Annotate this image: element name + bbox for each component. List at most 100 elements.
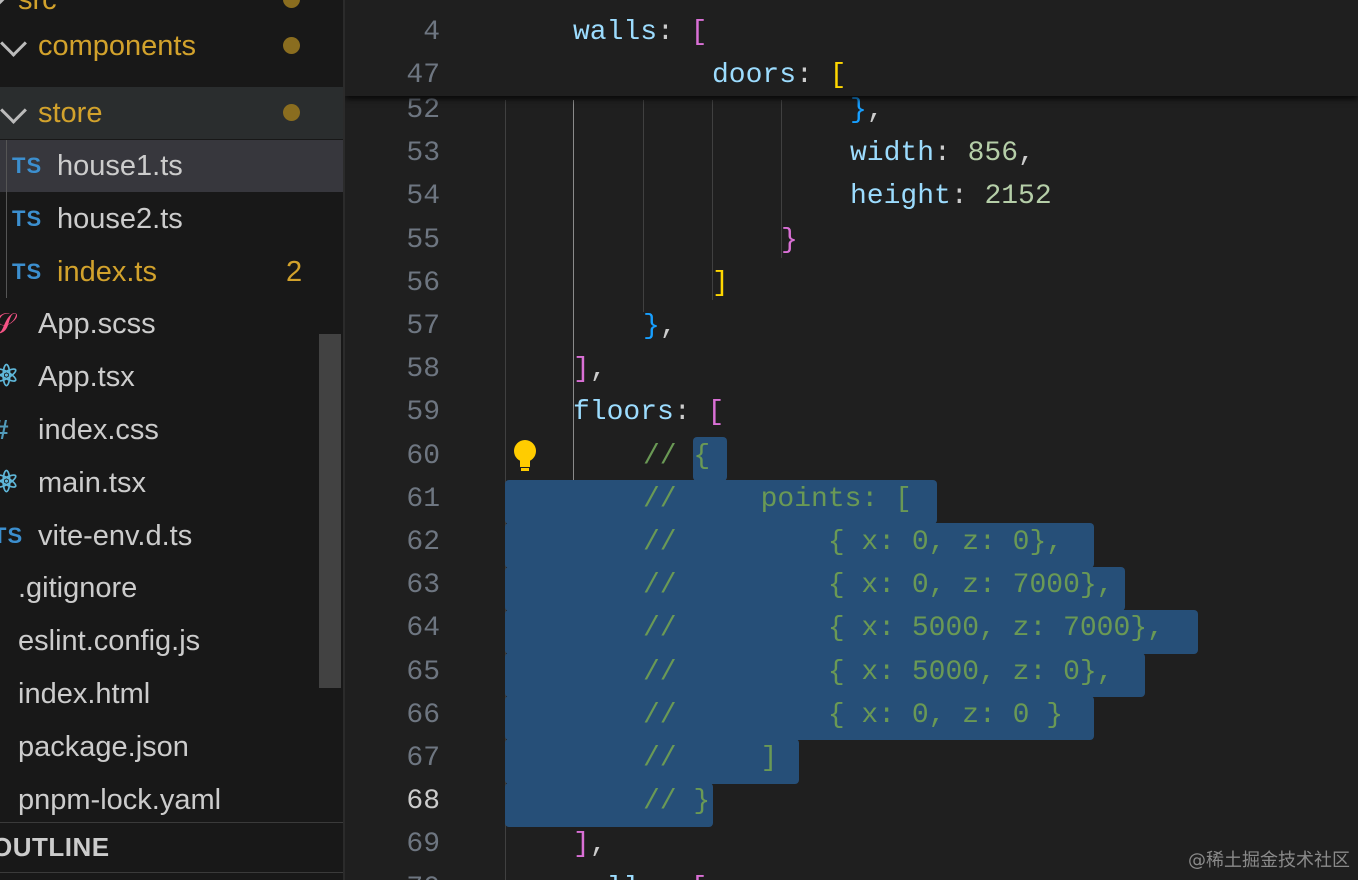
file-item[interactable]: {}package.json <box>0 721 343 773</box>
code-text: height: 2152 <box>850 175 1052 218</box>
divider <box>0 822 343 823</box>
code-token: : <box>934 138 968 170</box>
code-token: doors <box>712 60 797 91</box>
code-line[interactable]: 59 floors: [ <box>345 391 1358 434</box>
code-line[interactable]: 65 // { x: 5000, z: 0}, <box>345 651 1358 694</box>
item-label: store <box>38 97 103 129</box>
sticky-line[interactable]: 4 walls: [ <box>345 11 1358 54</box>
line-number: 67 <box>406 743 440 774</box>
code-line[interactable]: 66 // { x: 0, z: 0 } <box>345 694 1358 737</box>
file-item[interactable]: ≡pnpm-lock.yaml <box>0 774 343 826</box>
chevron-down-icon <box>0 0 7 11</box>
code-token: 2152 <box>984 181 1052 213</box>
chevron-down-icon <box>0 30 27 57</box>
code-text: // { x: 0, z: 0 } <box>643 694 1063 737</box>
item-label: house2.ts <box>57 203 183 235</box>
code-line[interactable]: 56] <box>345 262 1358 305</box>
code-line[interactable]: 64 // { x: 5000, z: 7000}, <box>345 607 1358 650</box>
folder-item[interactable]: store <box>0 87 343 139</box>
file-item[interactable]: <>index.html <box>0 668 343 720</box>
sticky-scroll-header[interactable]: 4 walls: [47 doors: [ <box>345 0 1358 96</box>
file-item[interactable]: 𝒮 App.scss <box>0 298 343 350</box>
line-number: 59 <box>406 397 440 429</box>
sass-icon: 𝒮 <box>0 308 15 339</box>
code-editor[interactable]: 52}, 53 width: 856, 54 height: 2152 55} 56] 57}… <box>345 0 1358 880</box>
code-text: doors: [ <box>712 54 846 97</box>
typescript-icon: TS <box>12 153 43 178</box>
line-number: 56 <box>406 267 440 299</box>
code-line[interactable]: 57}, <box>345 305 1358 348</box>
code-token: , <box>866 95 884 126</box>
code-line[interactable]: 53 width: 856, <box>345 132 1358 175</box>
file-item[interactable]: # index.css <box>0 404 343 456</box>
code-token: : <box>950 181 985 213</box>
line-number: 64 <box>406 613 440 645</box>
item-label: index.html <box>18 678 151 710</box>
code-text: // ] <box>643 737 777 780</box>
outline-section-header[interactable]: OUTLINE <box>0 832 110 863</box>
code-token: walls <box>573 17 658 48</box>
code-token: , <box>589 354 607 386</box>
code-line[interactable]: 68 // } <box>345 780 1358 823</box>
code-token: floors <box>573 397 674 429</box>
file-item[interactable]: ⚛ main.tsx <box>0 457 343 509</box>
problem-count-badge: 2 <box>286 256 303 288</box>
code-token: : <box>657 873 691 880</box>
code-token: [ <box>691 873 708 880</box>
modified-dot-icon <box>283 0 300 8</box>
item-label: index.ts <box>57 256 157 288</box>
line-number: 60 <box>406 440 440 472</box>
line-number: 53 <box>406 138 440 170</box>
file-item[interactable]: TS vite-env.d.ts <box>0 510 343 562</box>
file-item[interactable]: TS house1.ts <box>0 140 343 192</box>
code-line[interactable]: 61 // points: [ <box>345 478 1358 521</box>
line-number: 55 <box>406 224 440 256</box>
code-token: // { x: 0, z: 7000}, <box>643 570 1114 602</box>
divider <box>0 872 343 873</box>
code-line[interactable]: 63 // { x: 0, z: 7000}, <box>345 564 1358 607</box>
code-token: // points: [ <box>643 483 912 515</box>
code-token: ] <box>712 267 729 299</box>
line-number: 47 <box>406 60 440 91</box>
file-item[interactable]: TS house2.ts <box>0 193 343 245</box>
code-token: height <box>850 181 951 213</box>
indent-guide <box>6 140 7 298</box>
file-item[interactable]: JSeslint.config.js <box>0 615 343 667</box>
code-token: // } <box>643 786 711 818</box>
file-item[interactable]: TS index.ts 2 <box>0 246 343 298</box>
code-text: width: 856, <box>850 132 1035 175</box>
item-label: pnpm-lock.yaml <box>18 784 222 816</box>
code-text: // } <box>643 780 710 823</box>
code-text: walls: [ <box>573 867 707 880</box>
code-line[interactable]: 54 height: 2152 <box>345 175 1358 218</box>
code-token: // { <box>643 440 711 472</box>
code-token: // { x: 0, z: 0 } <box>643 699 1064 731</box>
code-text: }, <box>643 305 677 348</box>
item-label: house1.ts <box>57 150 183 182</box>
sidebar-scrollbar[interactable] <box>319 334 341 688</box>
code-line[interactable]: 58], <box>345 348 1358 391</box>
item-label: package.json <box>18 731 189 763</box>
code-line[interactable]: 62 // { x: 0, z: 0}, <box>345 521 1358 564</box>
code-line[interactable]: 55} <box>345 219 1358 262</box>
code-line[interactable]: 60 // { <box>345 435 1358 478</box>
file-item[interactable]: ◆.gitignore <box>0 562 343 614</box>
item-label: main.tsx <box>38 467 146 499</box>
line-number: 4 <box>423 17 440 48</box>
item-label: .gitignore <box>18 572 138 604</box>
folder-item[interactable]: components <box>0 20 343 72</box>
typescript-icon: TS <box>0 523 24 548</box>
file-item[interactable]: ⚛ App.tsx <box>0 351 343 403</box>
code-token: , <box>589 829 607 861</box>
line-number: 65 <box>406 656 440 688</box>
code-token: , <box>1018 138 1035 170</box>
code-token: ] <box>573 829 590 861</box>
code-line[interactable]: 67 // ] <box>345 737 1358 780</box>
code-token: walls <box>573 873 657 880</box>
code-text: // { x: 5000, z: 0}, <box>643 651 1113 694</box>
item-label: App.tsx <box>38 361 135 393</box>
item-label: eslint.config.js <box>18 625 201 657</box>
code-token: [ <box>707 397 725 429</box>
sticky-line[interactable]: 47 doors: [ <box>345 54 1358 97</box>
lightbulb-icon[interactable] <box>510 438 540 474</box>
